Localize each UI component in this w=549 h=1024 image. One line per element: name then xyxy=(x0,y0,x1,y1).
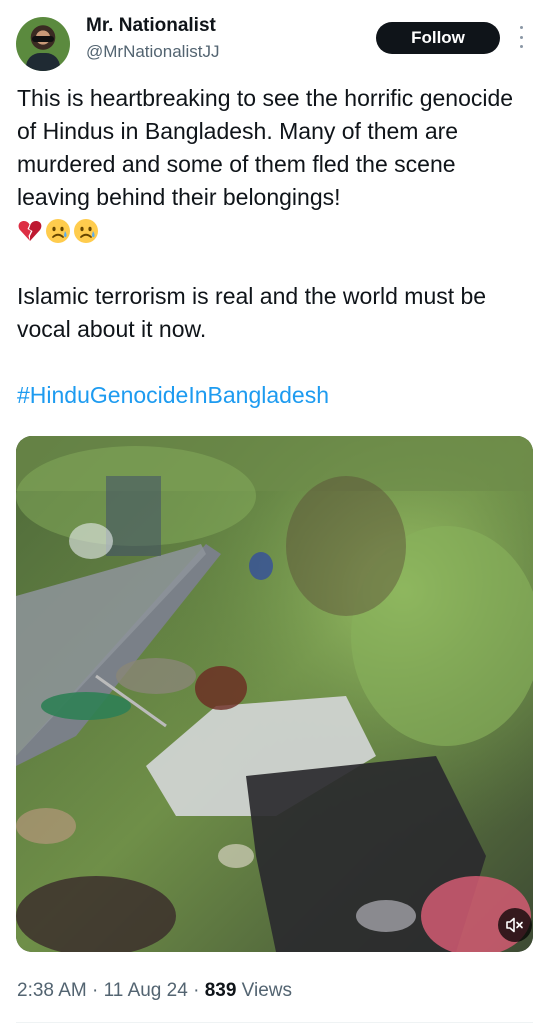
tweet-header: Mr. Nationalist @MrNationalistJJ Follow xyxy=(0,0,549,90)
views-count: 839 xyxy=(204,980,237,1001)
avatar-body-decoration xyxy=(26,53,60,71)
sad-relieved-face-emoji xyxy=(73,218,99,244)
views-label: Views xyxy=(236,980,293,1001)
meta-separator: · xyxy=(86,980,104,1001)
tweet-paragraph-2: Islamic terrorism is real and the world … xyxy=(17,283,487,342)
sunglasses-decoration xyxy=(32,36,54,42)
sad-relieved-face-emoji xyxy=(45,218,71,244)
tweet-text: This is heartbreaking to see the horrifi… xyxy=(17,82,532,412)
emoji-row xyxy=(17,214,532,247)
divider xyxy=(16,1022,533,1023)
more-vertical-icon[interactable] xyxy=(516,26,526,48)
broken-heart-emoji xyxy=(17,218,43,244)
volume-muted-icon[interactable] xyxy=(498,908,532,942)
tweet-paragraph-1: This is heartbreaking to see the horrifi… xyxy=(17,85,514,210)
avatar[interactable] xyxy=(16,17,70,71)
meta-separator: · xyxy=(187,980,205,1001)
tweet-date[interactable]: 11 Aug 24 xyxy=(104,980,188,1001)
tweet-time[interactable]: 2:38 AM xyxy=(17,980,87,1001)
video-player[interactable] xyxy=(16,436,533,952)
tweet-meta: 2:38 AM · 11 Aug 24 · 839 Views xyxy=(17,980,292,1002)
author-name[interactable]: Mr. Nationalist xyxy=(86,15,216,37)
hashtag-link[interactable]: #HinduGenocideInBangladesh xyxy=(17,382,329,408)
follow-button[interactable]: Follow xyxy=(376,22,500,54)
video-frame xyxy=(16,436,533,952)
author-handle[interactable]: @MrNationalistJJ xyxy=(86,42,219,62)
